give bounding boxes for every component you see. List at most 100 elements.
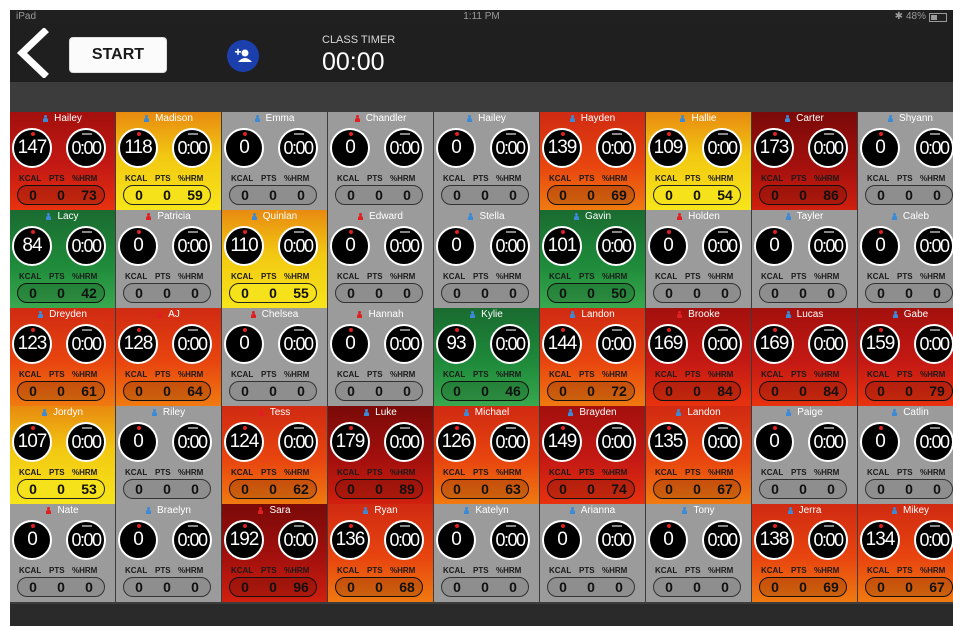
metrics-pill: 0 0 0 [759, 479, 847, 499]
participant-tile[interactable]: Paige 0 0:00 KCAL PTS %HRM 0 0 0 [752, 406, 857, 504]
pts-label: PTS [155, 566, 171, 575]
pts-label: PTS [897, 370, 913, 379]
hrm-label: %HRM [708, 566, 734, 575]
heart-rate-circle: 0 [648, 520, 688, 560]
kcal-label: KCAL [655, 370, 678, 379]
heart-rate-circle: 0 [118, 520, 158, 560]
participant-tile[interactable]: Quinlan 110 0:00 KCAL PTS %HRM 0 0 55 [222, 210, 327, 308]
participant-tile[interactable]: Gabe 159 0:00 KCAL PTS %HRM 0 0 79 [858, 308, 953, 406]
participant-tile[interactable]: Carter 173 0:00 KCAL PTS %HRM 0 0 86 [752, 112, 857, 210]
participant-tile[interactable]: Shyann 0 0:00 KCAL PTS %HRM 0 0 0 [858, 112, 953, 210]
heart-icon [862, 132, 898, 137]
participant-tile[interactable]: Edward 0 0:00 KCAL PTS %HRM 0 0 0 [328, 210, 433, 308]
participant-tile[interactable]: Jerra 138 0:00 KCAL PTS %HRM 0 0 69 [752, 504, 857, 602]
participant-name: Michael [434, 406, 539, 420]
participant-tile[interactable]: Michael 126 0:00 KCAL PTS %HRM 0 0 63 [434, 406, 539, 504]
time-in-zone-circle: 0:00 [490, 520, 530, 560]
kcal-label: KCAL [761, 174, 784, 183]
participant-tile[interactable]: Hailey 147 0:00 KCAL PTS %HRM 0 0 73 [10, 112, 115, 210]
participant-tile[interactable]: Caleb 0 0:00 KCAL PTS %HRM 0 0 0 [858, 210, 953, 308]
participant-tile[interactable]: Lacy 84 0:00 KCAL PTS %HRM 0 0 42 [10, 210, 115, 308]
hrm-label: %HRM [72, 468, 98, 477]
kcal-value: 0 [241, 285, 249, 301]
participant-name-text: Carter [796, 113, 824, 124]
timer-icon [492, 132, 528, 137]
hrm-value: 0 [615, 579, 623, 595]
metrics-pill: 0 0 0 [653, 577, 741, 597]
person-icon [676, 409, 682, 416]
participant-tile[interactable]: Brooke 169 0:00 KCAL PTS %HRM 0 0 84 [646, 308, 751, 406]
time-in-zone-circle: 0:00 [278, 422, 318, 462]
heart-icon [438, 524, 474, 529]
kcal-value: 0 [29, 579, 37, 595]
participant-tile[interactable]: Luke 179 0:00 KCAL PTS %HRM 0 0 89 [328, 406, 433, 504]
participant-tile[interactable]: Landon 144 0:00 KCAL PTS %HRM 0 0 72 [540, 308, 645, 406]
timer-icon [704, 524, 740, 529]
pts-value: 0 [799, 383, 807, 399]
participant-tile[interactable]: AJ 128 0:00 KCAL PTS %HRM 0 0 64 [116, 308, 221, 406]
participant-tile[interactable]: Brayden 149 0:00 KCAL PTS %HRM 0 0 74 [540, 406, 645, 504]
participant-tile[interactable]: Emma 0 0:00 KCAL PTS %HRM 0 0 0 [222, 112, 327, 210]
participant-tile[interactable]: Lucas 169 0:00 KCAL PTS %HRM 0 0 84 [752, 308, 857, 406]
participant-tile[interactable]: Holden 0 0:00 KCAL PTS %HRM 0 0 0 [646, 210, 751, 308]
participant-name-text: AJ [168, 309, 180, 320]
hrm-value: 0 [191, 481, 199, 497]
person-icon [463, 409, 469, 416]
heart-icon [544, 132, 580, 137]
time-in-zone-circle: 0:00 [172, 324, 212, 364]
participant-tile[interactable]: Patricia 0 0:00 KCAL PTS %HRM 0 0 0 [116, 210, 221, 308]
participant-tile[interactable]: Braelyn 0 0:00 KCAL PTS %HRM 0 0 0 [116, 504, 221, 602]
participant-name: Lucas [752, 308, 857, 322]
participant-tile[interactable]: Arianna 0 0:00 KCAL PTS %HRM 0 0 0 [540, 504, 645, 602]
time-in-zone-circle: 0:00 [808, 422, 848, 462]
participant-tile[interactable]: Riley 0 0:00 KCAL PTS %HRM 0 0 0 [116, 406, 221, 504]
participant-tile[interactable]: Ryan 136 0:00 KCAL PTS %HRM 0 0 68 [328, 504, 433, 602]
pts-label: PTS [579, 566, 595, 575]
timer-icon [704, 426, 740, 431]
participant-tile[interactable]: Nate 0 0:00 KCAL PTS %HRM 0 0 0 [10, 504, 115, 602]
participant-tile[interactable]: Kylie 93 0:00 KCAL PTS %HRM 0 0 46 [434, 308, 539, 406]
metrics-pill: 0 0 62 [229, 479, 317, 499]
kcal-value: 0 [771, 285, 779, 301]
kcal-label: KCAL [231, 370, 254, 379]
metrics-pill: 0 0 68 [335, 577, 423, 597]
add-user-button[interactable] [227, 40, 259, 72]
time-in-zone-circle: 0:00 [596, 520, 636, 560]
participant-tile[interactable]: Hannah 0 0:00 KCAL PTS %HRM 0 0 0 [328, 308, 433, 406]
kcal-value: 0 [347, 187, 355, 203]
participant-tile[interactable]: Katelyn 0 0:00 KCAL PTS %HRM 0 0 0 [434, 504, 539, 602]
participant-tile[interactable]: Dreyden 123 0:00 KCAL PTS %HRM 0 0 61 [10, 308, 115, 406]
participant-tile[interactable]: Mikey 134 0:00 KCAL PTS %HRM 0 0 67 [858, 504, 953, 602]
kcal-label: KCAL [549, 468, 572, 477]
participant-tile[interactable]: Chelsea 0 0:00 KCAL PTS %HRM 0 0 0 [222, 308, 327, 406]
participant-tile[interactable]: Madison 118 0:00 KCAL PTS %HRM 0 0 59 [116, 112, 221, 210]
hrm-value: 0 [721, 579, 729, 595]
participant-tile[interactable]: Tony 0 0:00 KCAL PTS %HRM 0 0 0 [646, 504, 751, 602]
participant-tile[interactable]: Hayden 139 0:00 KCAL PTS %HRM 0 0 69 [540, 112, 645, 210]
participant-tile[interactable]: Hailey 0 0:00 KCAL PTS %HRM 0 0 0 [434, 112, 539, 210]
heart-rate-circle: 134 [860, 520, 900, 560]
participant-tile[interactable]: Hallie 109 0:00 KCAL PTS %HRM 0 0 54 [646, 112, 751, 210]
hrm-label: %HRM [708, 174, 734, 183]
participant-tile[interactable]: Landon 135 0:00 KCAL PTS %HRM 0 0 67 [646, 406, 751, 504]
participant-tile[interactable]: Jordyn 107 0:00 KCAL PTS %HRM 0 0 53 [10, 406, 115, 504]
participant-tile[interactable]: Tayler 0 0:00 KCAL PTS %HRM 0 0 0 [752, 210, 857, 308]
participant-tile[interactable]: Tess 124 0:00 KCAL PTS %HRM 0 0 62 [222, 406, 327, 504]
heart-rate-circle: 0 [330, 226, 370, 266]
kcal-label: KCAL [443, 566, 466, 575]
time-in-zone-circle: 0:00 [66, 422, 106, 462]
start-button[interactable]: START [68, 36, 168, 74]
participant-tile[interactable]: Chandler 0 0:00 KCAL PTS %HRM 0 0 0 [328, 112, 433, 210]
heart-rate-circle: 0 [860, 422, 900, 462]
timer-icon [810, 328, 846, 333]
participant-tile[interactable]: Sara 192 0:00 KCAL PTS %HRM 0 0 96 [222, 504, 327, 602]
timer-icon [704, 230, 740, 235]
pts-label: PTS [473, 370, 489, 379]
back-button[interactable] [12, 27, 52, 79]
participant-tile[interactable]: Stella 0 0:00 KCAL PTS %HRM 0 0 0 [434, 210, 539, 308]
participant-tile[interactable]: Catlin 0 0:00 KCAL PTS %HRM 0 0 0 [858, 406, 953, 504]
hrm-value: 0 [403, 187, 411, 203]
time-in-zone-circle: 0:00 [384, 520, 424, 560]
heart-rate-circle: 101 [542, 226, 582, 266]
participant-tile[interactable]: Gavin 101 0:00 KCAL PTS %HRM 0 0 50 [540, 210, 645, 308]
